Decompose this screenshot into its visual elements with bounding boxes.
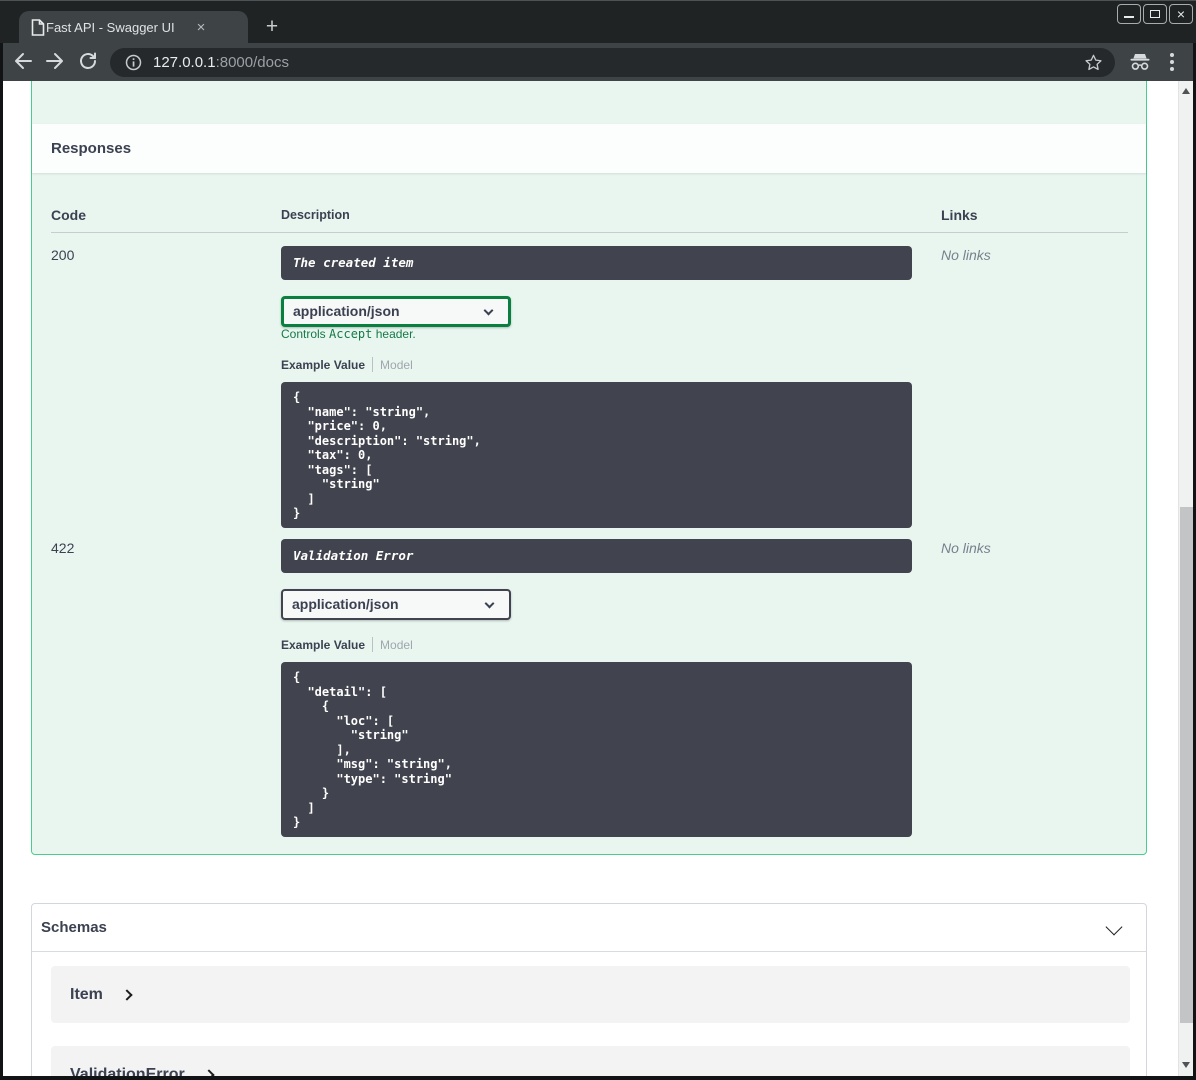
url-host: 127.0.0.1 <box>153 54 216 71</box>
media-type-value-200: application/json <box>293 303 400 319</box>
window-frame-left <box>0 43 3 1080</box>
close-window-button[interactable]: × <box>1169 4 1193 24</box>
column-header-links: Links <box>941 207 978 223</box>
browser-window: Fast API - Swagger UI × + × 127.0.0.1:80… <box>0 0 1196 1080</box>
window-frame-bottom <box>0 1076 1196 1080</box>
example-model-tabs-422: Example Value Model <box>281 637 413 652</box>
forward-button[interactable] <box>45 51 65 71</box>
scroll-down-arrow-icon[interactable] <box>1182 1062 1190 1068</box>
back-button[interactable] <box>13 51 33 71</box>
schema-item-name: Item <box>70 985 103 1003</box>
column-header-code: Code <box>51 207 86 223</box>
example-json-200: { "name": "string", "price": 0, "descrip… <box>281 382 912 528</box>
incognito-icon[interactable] <box>1128 52 1152 72</box>
media-type-value-422: application/json <box>292 596 399 612</box>
expand-chevron-icon <box>121 989 133 1001</box>
table-header-divider <box>51 232 1128 233</box>
example-json-422: { "detail": [ { "loc": [ "string" ], "ms… <box>281 662 912 837</box>
schema-item[interactable]: Item <box>51 966 1130 1023</box>
media-type-select-200[interactable]: application/json <box>281 296 511 327</box>
response-code-200: 200 <box>51 247 75 263</box>
responses-title: Responses <box>51 140 132 157</box>
chevron-down-icon <box>484 598 495 609</box>
address-bar[interactable]: 127.0.0.1:8000/docs <box>110 48 1115 77</box>
scrollbar-thumb[interactable] <box>1180 507 1193 1023</box>
tab-close-icon[interactable]: × <box>191 18 211 38</box>
tab-model-200[interactable]: Model <box>380 358 413 372</box>
browser-toolbar: 127.0.0.1:8000/docs <box>0 43 1196 81</box>
schemas-title: Schemas <box>41 919 107 936</box>
site-info-icon[interactable] <box>125 54 142 71</box>
schema-validationerror[interactable]: ValidationError <box>51 1046 1130 1076</box>
tab-title: Fast API - Swagger UI <box>46 20 175 35</box>
scroll-up-arrow-icon[interactable] <box>1182 88 1190 94</box>
browser-menu-icon[interactable] <box>1163 51 1181 73</box>
tab-separator <box>372 637 374 652</box>
tab-separator <box>372 357 374 372</box>
new-tab-button[interactable]: + <box>259 15 285 41</box>
minimize-button[interactable] <box>1117 4 1141 24</box>
response-description-422: Validation Error <box>281 539 912 573</box>
response-code-422: 422 <box>51 540 75 556</box>
schema-validationerror-name: ValidationError <box>70 1065 185 1077</box>
maximize-button[interactable] <box>1143 4 1167 24</box>
accept-header-code: Accept <box>329 327 373 341</box>
chevron-down-icon <box>483 305 494 316</box>
tab-model-422[interactable]: Model <box>380 638 413 652</box>
swagger-page: Responses Code Description Links 200 No … <box>0 81 1196 1076</box>
page-favicon-icon <box>31 19 45 36</box>
example-json-200-text: { "name": "string", "price": 0, "descrip… <box>293 390 481 520</box>
example-json-422-text: { "detail": [ { "loc": [ "string" ], "ms… <box>293 670 452 829</box>
collapse-chevron-icon[interactable] <box>1105 918 1123 936</box>
column-header-description: Description <box>281 208 350 222</box>
reload-button[interactable] <box>78 51 98 71</box>
response-description-200: The created item <box>281 246 912 280</box>
minimize-icon <box>1124 16 1134 18</box>
schemas-section: Schemas Item ValidationError <box>31 903 1147 1076</box>
responses-section-header: Responses <box>32 124 1146 173</box>
tab-example-value-200[interactable]: Example Value <box>281 358 365 372</box>
schemas-header[interactable]: Schemas <box>32 904 1146 952</box>
close-window-icon: × <box>1176 6 1186 22</box>
page-scrollbar[interactable] <box>1178 81 1193 1076</box>
browser-tab[interactable]: Fast API - Swagger UI × <box>19 11 248 44</box>
example-model-tabs-200: Example Value Model <box>281 357 413 372</box>
response-links-200: No links <box>941 247 991 263</box>
controls-accept-note: Controls Accept header. <box>281 327 416 341</box>
title-bar: Fast API - Swagger UI × + × <box>0 0 1196 44</box>
tab-example-value-422[interactable]: Example Value <box>281 638 365 652</box>
url-path: :8000/docs <box>215 54 289 71</box>
bookmark-star-icon[interactable] <box>1084 53 1103 72</box>
url-text: 127.0.0.1:8000/docs <box>153 54 289 71</box>
media-type-select-422[interactable]: application/json <box>281 589 511 620</box>
expand-chevron-icon <box>203 1069 215 1076</box>
maximize-icon <box>1150 10 1160 18</box>
response-links-422: No links <box>941 540 991 556</box>
